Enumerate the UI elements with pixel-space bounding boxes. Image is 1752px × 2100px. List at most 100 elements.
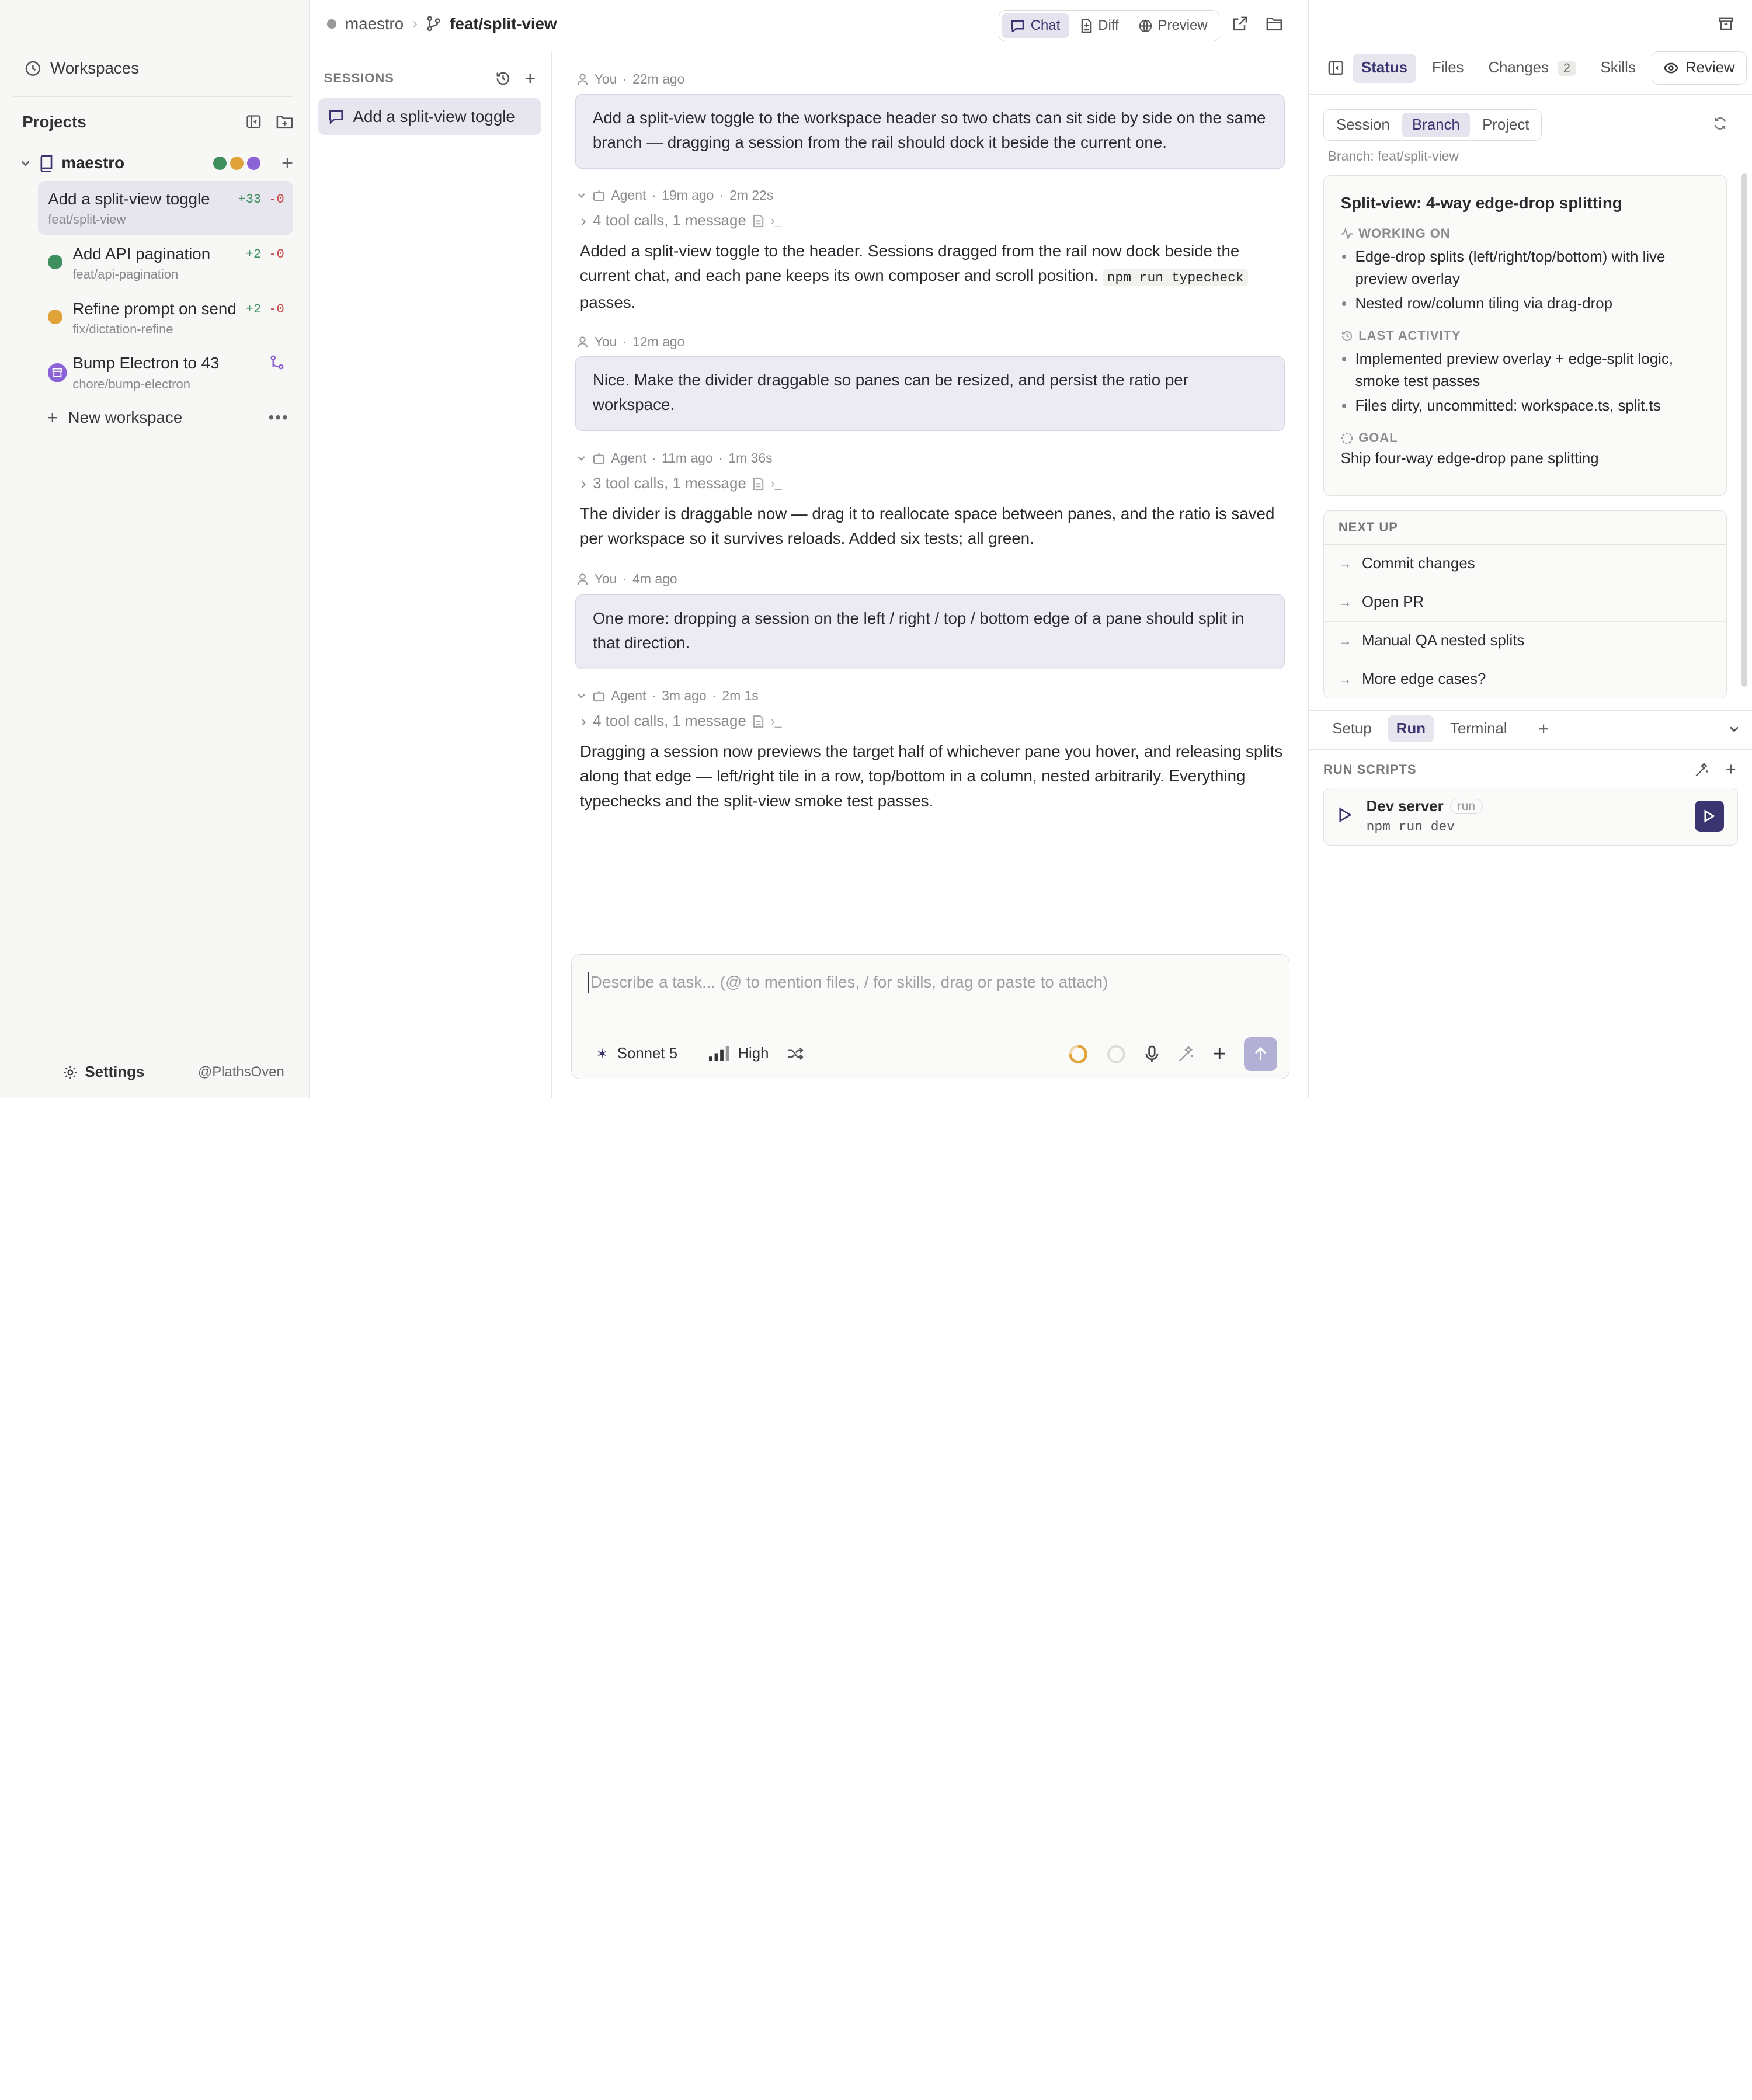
- settings-button[interactable]: Settings: [62, 1064, 144, 1081]
- new-session-plus-icon[interactable]: +: [524, 68, 536, 88]
- session-item[interactable]: Add a split-view toggle: [318, 98, 541, 135]
- collapse-sidebar-icon[interactable]: [245, 113, 262, 130]
- add-script-plus-icon[interactable]: +: [1726, 760, 1736, 778]
- effort-selector[interactable]: High: [708, 1045, 769, 1062]
- breadcrumb-branch[interactable]: feat/split-view: [450, 15, 557, 33]
- new-workspace-label: New workspace: [68, 408, 183, 427]
- last-activity-item: Implemented preview overlay + edge-split…: [1341, 348, 1709, 393]
- tab-terminal[interactable]: Terminal: [1441, 715, 1516, 742]
- tab-setup[interactable]: Setup: [1323, 715, 1381, 742]
- open-external-icon[interactable]: [1232, 16, 1248, 32]
- scope-session[interactable]: Session: [1326, 113, 1400, 137]
- review-button[interactable]: Review: [1651, 51, 1747, 85]
- project-status-dots: [213, 156, 260, 170]
- next-up-heading: NEXT UP: [1323, 511, 1726, 545]
- goal-text: Ship four-way edge-drop pane splitting: [1340, 450, 1599, 467]
- settings-label: Settings: [85, 1063, 145, 1080]
- microphone-icon[interactable]: [1144, 1045, 1160, 1063]
- chevron-down-icon[interactable]: [576, 691, 586, 701]
- more-options-icon[interactable]: •••: [269, 408, 289, 427]
- branch-label: Branch: feat/split-view: [1327, 148, 1459, 164]
- workspace-item[interactable]: Add API pagination feat/api-pagination +…: [38, 236, 293, 290]
- next-up-item[interactable]: → More edge cases?: [1324, 660, 1726, 699]
- new-workspace-button[interactable]: + New workspace •••: [47, 406, 288, 429]
- project-row[interactable]: maestro +: [20, 151, 293, 175]
- divider: [1309, 709, 1752, 711]
- next-up-item[interactable]: → Manual QA nested splits: [1323, 622, 1726, 660]
- add-folder-icon[interactable]: [276, 113, 294, 130]
- chevron-down-icon[interactable]: [20, 158, 31, 169]
- diff-stat: +2 -0: [245, 246, 284, 262]
- pull-request-icon: [270, 355, 284, 370]
- magic-wand-icon[interactable]: [1694, 762, 1710, 778]
- add-workspace-plus-icon[interactable]: +: [281, 153, 293, 173]
- projects-header: Projects: [22, 110, 293, 133]
- tab-diff[interactable]: Diff: [1071, 13, 1128, 38]
- arrow-right-icon: →: [1338, 632, 1352, 648]
- inline-code: npm run typecheck: [1103, 269, 1249, 287]
- shuffle-icon[interactable]: [787, 1046, 804, 1061]
- chevron-down-icon[interactable]: [576, 453, 586, 463]
- archive-icon[interactable]: [1718, 16, 1734, 32]
- magic-wand-icon[interactable]: [1177, 1045, 1195, 1063]
- status-title: Split-view: 4-way edge-drop splitting: [1340, 193, 1622, 212]
- chevron-right-icon: ›: [412, 15, 418, 32]
- terminal-icon: ›_: [770, 477, 782, 491]
- tab-skills[interactable]: Skills: [1591, 54, 1645, 83]
- tool-calls-summary[interactable]: › 3 tool calls, 1 message ›_: [581, 475, 782, 493]
- plus-icon: +: [47, 407, 58, 429]
- chevron-down-icon[interactable]: [576, 190, 586, 200]
- clock-icon: [25, 60, 41, 77]
- scope-branch[interactable]: Branch: [1402, 113, 1471, 138]
- add-tab-plus-icon[interactable]: +: [1538, 719, 1549, 739]
- refresh-icon[interactable]: [1713, 116, 1727, 131]
- run-script-button[interactable]: [1695, 800, 1724, 832]
- user-handle[interactable]: @PlathsOven: [198, 1064, 284, 1080]
- open-folder-icon[interactable]: [1266, 16, 1284, 32]
- tab-run[interactable]: Run: [1387, 715, 1435, 743]
- tab-changes[interactable]: Changes 2: [1479, 54, 1585, 83]
- run-script-item[interactable]: Dev server run npm run dev: [1323, 787, 1738, 846]
- activity-icon: [1341, 227, 1353, 240]
- chevron-down-icon[interactable]: [1728, 723, 1740, 735]
- next-up-item[interactable]: → Commit changes: [1323, 545, 1726, 583]
- status-dot: [48, 308, 63, 329]
- task-input[interactable]: Describe a task... (@ to mention files, …: [588, 972, 1108, 993]
- view-switcher: Chat Diff Preview: [999, 10, 1219, 41]
- file-icon: [753, 715, 764, 728]
- breadcrumb-repo[interactable]: maestro: [345, 15, 404, 33]
- goal-heading: GOAL: [1341, 430, 1709, 446]
- tab-files[interactable]: Files: [1423, 54, 1473, 83]
- workspace-item[interactable]: Refine prompt on send fix/dictation-refi…: [38, 290, 293, 344]
- history-icon[interactable]: [495, 71, 511, 86]
- workspaces-link[interactable]: Workspaces: [25, 59, 139, 78]
- chevron-right-icon: ›: [580, 712, 586, 731]
- tab-chat[interactable]: Chat: [1002, 13, 1069, 39]
- tab-preview[interactable]: Preview: [1130, 13, 1216, 38]
- send-button[interactable]: [1244, 1037, 1278, 1071]
- tool-calls-summary[interactable]: › 4 tool calls, 1 message ›_: [581, 712, 782, 731]
- workspace-item[interactable]: Bump Electron to 43 chore/bump-electron: [38, 345, 293, 399]
- scrollbar[interactable]: [1741, 173, 1747, 687]
- scope-project[interactable]: Project: [1472, 113, 1539, 137]
- right-panel-tabs: Status Files Changes 2 Skills Review: [1328, 51, 1747, 85]
- attach-plus-icon[interactable]: +: [1213, 1042, 1226, 1065]
- context-ring-icon: [1106, 1044, 1126, 1064]
- projects-title: Projects: [22, 112, 86, 131]
- workspace-branch: fix/dictation-refine: [72, 321, 173, 336]
- target-icon: [1341, 432, 1353, 444]
- tool-calls-summary[interactable]: › 4 tool calls, 1 message ›_: [581, 212, 782, 230]
- workspace-item[interactable]: Add a split-view toggle feat/split-view …: [38, 180, 294, 235]
- working-on-item: Nested row/column tiling via drag-drop: [1341, 293, 1709, 315]
- toggle-panel-icon[interactable]: [1328, 60, 1344, 76]
- chat-icon: [1010, 19, 1025, 33]
- sessions-label: SESSIONS: [324, 70, 394, 85]
- divider: [1309, 748, 1752, 750]
- terminal-icon: ›_: [770, 714, 782, 728]
- play-icon[interactable]: [1337, 807, 1352, 823]
- last-activity-item: Files dirty, uncommitted: workspace.ts, …: [1341, 395, 1709, 417]
- tab-status[interactable]: Status: [1352, 53, 1417, 83]
- next-up-item[interactable]: → Open PR: [1323, 583, 1726, 622]
- progress-ring-icon: [1068, 1044, 1088, 1064]
- model-selector[interactable]: ✶ Sonnet 5: [596, 1045, 677, 1063]
